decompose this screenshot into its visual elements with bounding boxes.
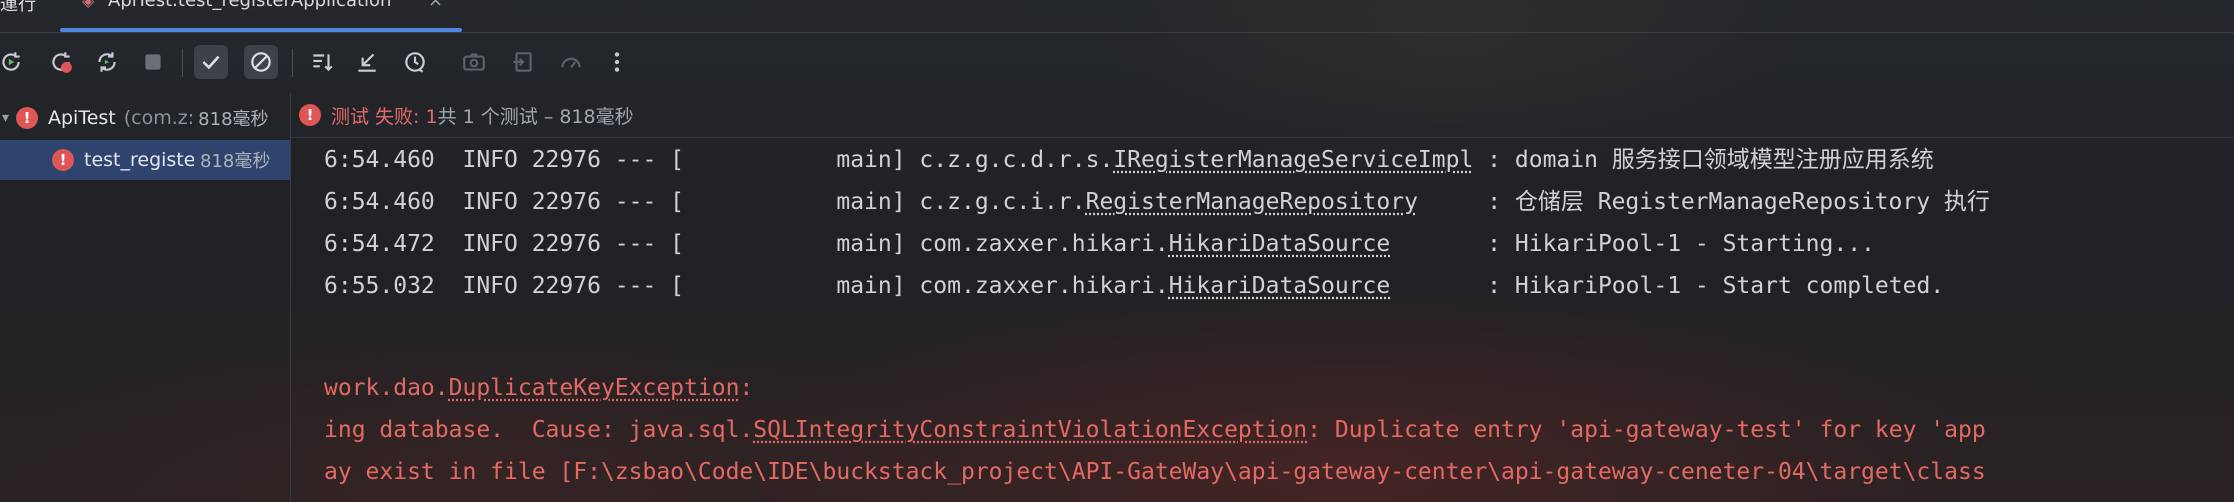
toolbar-separator [292, 49, 293, 77]
exception-link[interactable]: SQLIntegrityConstraintViolationException [753, 417, 1307, 443]
export-icon [506, 45, 540, 79]
test-config-icon: ◈ [82, 0, 95, 10]
test-status-bar: ! 测试 失败: 1 共 1 个测试 – 818毫秒 [291, 93, 2234, 138]
tree-item-label: ApiTest [48, 107, 116, 129]
active-tab-indicator [60, 28, 462, 32]
run-tab-strip: 運行 ◈ ApiTest.test_registerApplication × [0, 0, 2234, 33]
class-link[interactable]: RegisterManageRepository [1086, 189, 1418, 215]
toolbar-separator [182, 49, 183, 77]
tool-window-title: 運行 [0, 0, 36, 15]
log-line: 6:55.032 INFO 22976 --- [ main] com.zaxx… [324, 273, 1945, 299]
tree-item-test-register[interactable]: ! test_registe 818毫秒 [0, 140, 290, 180]
log-line: 6:54.472 INFO 22976 --- [ main] com.zaxx… [324, 231, 1875, 257]
rerun-failed-icon[interactable] [44, 45, 78, 79]
log-line: 6:54.460 INFO 22976 --- [ main] c.z.g.c.… [324, 147, 1934, 173]
coverage-icon [554, 45, 588, 79]
tree-item-time: 818毫秒 [198, 109, 269, 130]
tab-close-icon[interactable]: × [428, 0, 443, 11]
log-line: 6:54.460 INFO 22976 --- [ main] c.z.g.c.… [324, 189, 1990, 215]
tree-item-time: 818毫秒 [200, 151, 271, 172]
failed-icon: ! [299, 104, 321, 126]
class-link[interactable]: HikariDataSource [1169, 231, 1391, 257]
failed-count: 测试 失败: 1 [331, 105, 438, 128]
tab-label: ApiTest.test_registerApplication [108, 0, 392, 11]
test-summary: 共 1 个测试 – 818毫秒 [437, 105, 634, 128]
failed-icon: ! [16, 107, 38, 129]
tree-item-package: (com.z: [123, 107, 195, 129]
stop-icon[interactable] [136, 45, 170, 79]
console-output[interactable]: 6:54.460 INFO 22976 --- [ main] c.z.g.c.… [291, 138, 2234, 502]
screenshot-icon [457, 45, 491, 79]
tree-item-apitest[interactable]: ▾ ! ApiTest (com.z: 818毫秒 [0, 98, 290, 138]
test-results-tree: ▾ ! ApiTest (com.z: 818毫秒 ! test_registe… [0, 93, 291, 502]
run-toolbar [0, 33, 2234, 93]
class-link[interactable]: IRegisterManageServiceImpl [1113, 147, 1473, 173]
error-line: work.dao.DuplicateKeyException: [324, 375, 754, 401]
chevron-down-icon[interactable]: ▾ [2, 110, 16, 126]
failed-icon: ! [52, 149, 74, 171]
error-line: ing database. Cause: java.sql.SQLIntegri… [324, 417, 1986, 443]
rerun-icon[interactable] [0, 45, 28, 79]
show-passed-icon[interactable] [194, 45, 228, 79]
tree-item-label: test_registe [84, 149, 194, 171]
show-ignored-icon[interactable] [244, 45, 278, 79]
history-icon[interactable] [398, 45, 432, 79]
sort-icon[interactable] [305, 45, 339, 79]
class-link[interactable]: HikariDataSource [1169, 273, 1391, 299]
error-line: ay exist in file [F:\zsbao\Code\IDE\buck… [324, 459, 1986, 485]
toggle-auto-test-icon[interactable] [90, 45, 124, 79]
exception-link[interactable]: DuplicateKeyException [449, 375, 740, 401]
more-icon[interactable] [600, 45, 634, 79]
import-tests-icon[interactable] [350, 45, 384, 79]
